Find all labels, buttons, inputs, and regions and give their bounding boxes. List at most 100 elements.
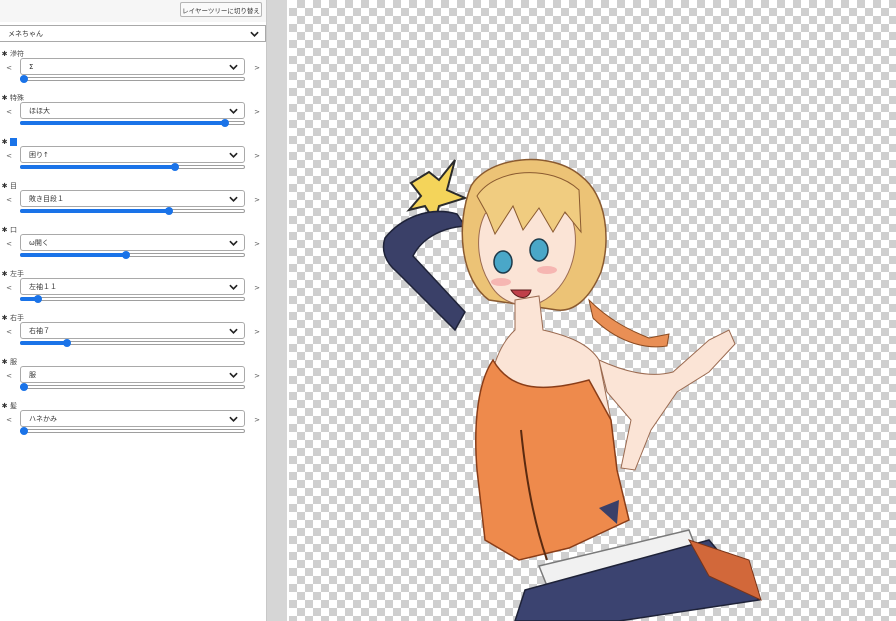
group-title: 髪 [10, 402, 17, 410]
right-blush [537, 266, 557, 274]
panel-toolbar: レイヤーツリーに切り替え [0, 0, 266, 22]
part-slider[interactable] [20, 383, 245, 391]
part-select[interactable]: ハネかみ [20, 410, 245, 427]
chevron-down-icon [229, 416, 238, 422]
part-select-value: 服 [29, 370, 36, 379]
next-button[interactable]: > [251, 372, 263, 380]
preview-canvas[interactable] [289, 0, 896, 621]
chevron-down-icon [229, 64, 238, 70]
right-eye [529, 238, 549, 262]
next-button[interactable]: > [251, 64, 263, 72]
prev-button[interactable]: < [3, 64, 15, 72]
group-title: 目 [10, 182, 17, 190]
chevron-down-icon [229, 152, 238, 158]
next-button[interactable]: > [251, 416, 263, 424]
part-select-value: 困り↑ [29, 150, 49, 159]
part-group-mouth: ✱ 口 < ω開く > [0, 225, 266, 269]
slider-thumb[interactable] [220, 119, 229, 127]
parts-panel: レイヤーツリーに切り替え メネちゃん ✱ 滲符 < Σ > ✱ 特殊 < ほほ大 >… [0, 0, 267, 621]
chevron-down-icon [250, 31, 259, 37]
next-button[interactable]: > [251, 108, 263, 116]
asterisk-icon: ✱ [1, 402, 8, 410]
part-select[interactable]: ω開く [20, 234, 245, 251]
part-slider[interactable] [20, 339, 245, 347]
asterisk-icon: ✱ [1, 358, 8, 366]
group-title [10, 138, 17, 146]
part-slider[interactable] [20, 207, 245, 215]
right-arm [598, 329, 736, 471]
prev-button[interactable]: < [3, 196, 15, 204]
asterisk-icon: ✱ [1, 50, 8, 58]
part-select[interactable]: 服 [20, 366, 245, 383]
part-slider[interactable] [20, 75, 245, 83]
part-slider[interactable] [20, 295, 245, 303]
slider-thumb[interactable] [34, 295, 42, 303]
slider-thumb[interactable] [20, 75, 28, 83]
asterisk-icon: ✱ [1, 138, 8, 146]
asterisk-icon: ✱ [1, 182, 8, 190]
braid [588, 298, 670, 348]
chevron-down-icon [229, 196, 238, 202]
chevron-down-icon [229, 372, 238, 378]
character-select-value: メネちゃん [8, 29, 43, 38]
asterisk-icon: ✱ [1, 314, 8, 322]
chevron-down-icon [229, 284, 238, 290]
part-group-hair: ✱ 髪 < ハネかみ > [0, 401, 266, 445]
prev-button[interactable]: < [3, 152, 15, 160]
next-button[interactable]: > [251, 284, 263, 292]
part-select[interactable]: 敗き目段１ [20, 190, 245, 207]
part-select-value: ほほ大 [29, 106, 50, 115]
prev-button[interactable]: < [3, 108, 15, 116]
part-group-sweat-mark: ✱ 滲符 < Σ > [0, 49, 266, 93]
asterisk-icon: ✱ [1, 270, 8, 278]
slider-thumb[interactable] [121, 251, 130, 259]
left-eye [493, 250, 513, 274]
part-select[interactable]: ほほ大 [20, 102, 245, 119]
character-illustration [382, 158, 762, 621]
chevron-down-icon [229, 328, 238, 334]
slider-thumb[interactable] [20, 383, 28, 391]
left-blush [491, 278, 511, 286]
raised-arm [382, 210, 467, 332]
splitter[interactable] [267, 0, 287, 621]
chevron-down-icon [229, 240, 238, 246]
part-group-left-hand: ✱ 左手 < 左袖１１ > [0, 269, 266, 313]
part-slider[interactable] [20, 427, 245, 435]
part-select-value: 敗き目段１ [29, 194, 64, 203]
prev-button[interactable]: < [3, 328, 15, 336]
part-slider[interactable] [20, 119, 245, 127]
part-select-value: Σ [29, 62, 34, 71]
part-select-value: ハネかみ [29, 414, 57, 423]
switch-to-layer-tree-button[interactable]: レイヤーツリーに切り替え [180, 2, 262, 17]
slider-thumb[interactable] [164, 207, 173, 215]
part-slider[interactable] [20, 163, 245, 171]
slider-thumb[interactable] [20, 427, 28, 435]
part-select-value: 右袖７ [29, 326, 50, 335]
part-select-value: 左袖１１ [29, 282, 57, 291]
next-button[interactable]: > [251, 196, 263, 204]
part-group-eyebrows: ✱ < 困り↑ > [0, 137, 266, 181]
part-slider[interactable] [20, 251, 245, 259]
part-select-value: ω開く [29, 238, 49, 247]
slider-thumb[interactable] [63, 339, 72, 347]
next-button[interactable]: > [251, 328, 263, 336]
next-button[interactable]: > [251, 152, 263, 160]
part-select[interactable]: 右袖７ [20, 322, 245, 339]
asterisk-icon: ✱ [1, 226, 8, 234]
prev-button[interactable]: < [3, 416, 15, 424]
slider-thumb[interactable] [171, 163, 180, 171]
part-select[interactable]: 困り↑ [20, 146, 245, 163]
prev-button[interactable]: < [3, 284, 15, 292]
prev-button[interactable]: < [3, 240, 15, 248]
part-select[interactable]: 左袖１１ [20, 278, 245, 295]
character-select[interactable]: メネちゃん [0, 25, 266, 42]
part-select[interactable]: Σ [20, 58, 245, 75]
part-group-right-hand: ✱ 右手 < 右袖７ > [0, 313, 266, 357]
part-group-clothes: ✱ 服 < 服 > [0, 357, 266, 401]
next-button[interactable]: > [251, 240, 263, 248]
part-group-special: ✱ 特殊 < ほほ大 > [0, 93, 266, 137]
group-title: 服 [10, 358, 17, 366]
chevron-down-icon [229, 108, 238, 114]
prev-button[interactable]: < [3, 372, 15, 380]
asterisk-icon: ✱ [1, 94, 8, 102]
